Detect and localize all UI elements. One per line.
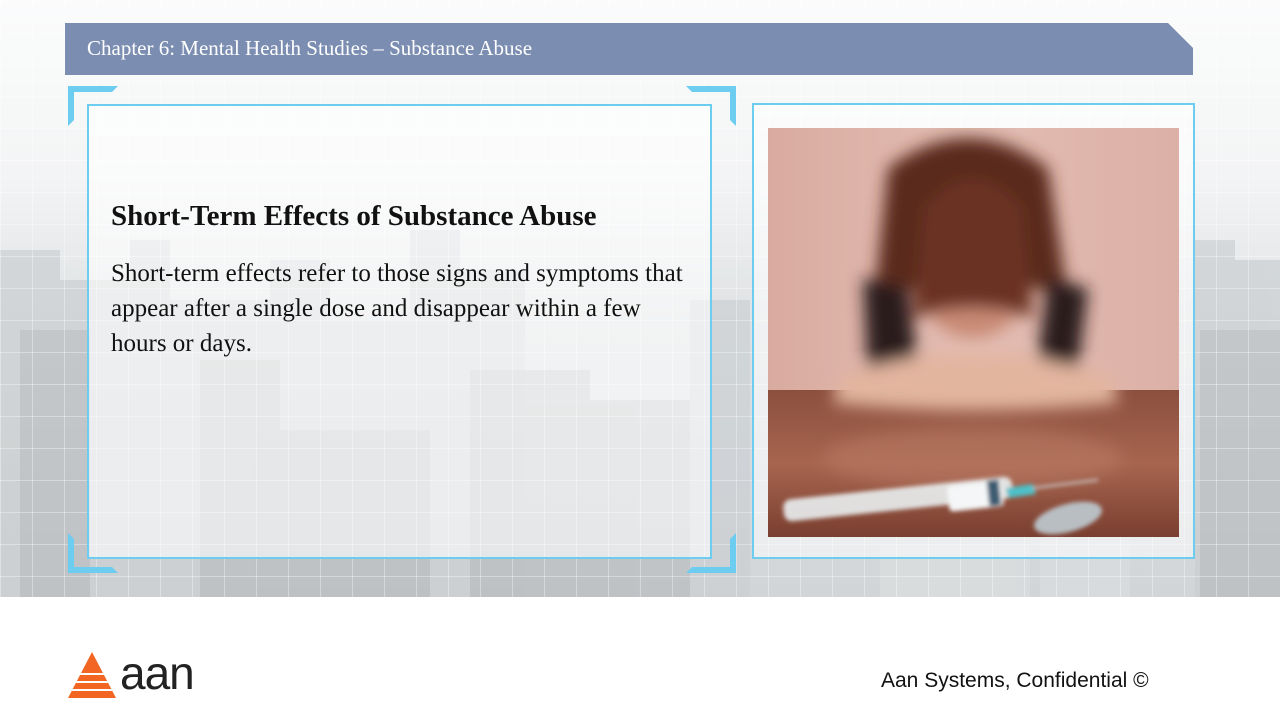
aan-logo: aan [68,647,198,702]
confidential-notice: Aan Systems, Confidential © [881,669,1149,692]
aan-triangle-logo-icon [68,652,116,698]
person-with-syringe-photo [768,128,1179,537]
frame-corner-top-left [68,86,118,126]
frame-corner-bottom-left [68,533,118,573]
frame-corner-bottom-right [686,533,736,573]
section-body-text: Short-term effects refer to those signs … [111,260,683,357]
chapter-header: Chapter 6: Mental Health Studies – Subst… [65,23,1193,75]
logo-text: aan [120,647,195,699]
section-heading: Short-Term Effects of Substance Abuse [111,200,597,232]
frame-corner-top-right [686,86,736,126]
chapter-title: Chapter 6: Mental Health Studies – Subst… [87,36,533,60]
